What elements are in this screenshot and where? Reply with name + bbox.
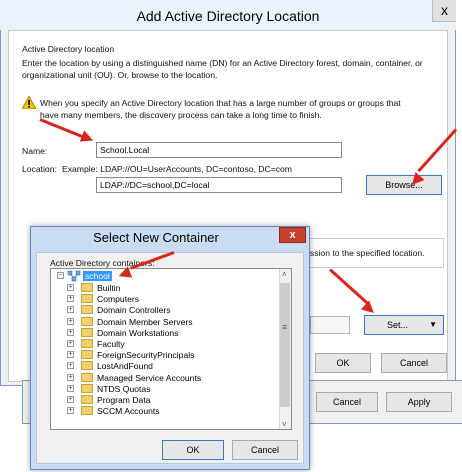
expand-icon[interactable]: + [67,284,74,291]
tree-item-label: Domain Controllers [97,305,171,316]
tree-item-label: Domain Workstations [97,327,179,338]
tree-item-label: Builtin [97,283,121,293]
browse-button[interactable]: Browse... [366,175,442,195]
tree-root-row[interactable]: − school [51,270,281,282]
tree-item-label: Managed Service Accounts [97,372,202,383]
set-button[interactable]: Set... ▼ [364,315,444,335]
folder-icon [81,406,93,416]
name-label: Name: [22,146,48,156]
set-field[interactable] [310,316,350,334]
cancel-button[interactable]: Cancel [381,353,447,373]
folder-icon [81,316,93,326]
expand-icon[interactable]: + [67,396,74,403]
dialog-title: Add Active Directory Location [136,8,320,24]
expand-icon[interactable]: + [67,351,74,359]
folder-icon [81,361,93,371]
folder-icon [81,350,93,360]
inner-ok-button[interactable]: OK [162,440,224,460]
permission-text: ission to the specified location. [308,248,425,258]
location-example: Example: LDAP://OU=UserAccounts, DC=cont… [62,164,292,174]
folder-icon [81,339,93,348]
expand-icon[interactable]: + [67,362,74,370]
scrollbar-thumb[interactable] [280,283,290,407]
folder-icon [81,372,93,382]
ok-button[interactable]: OK [315,353,371,373]
name-field[interactable]: School.Local [96,142,342,158]
tree-root-label[interactable]: school [83,271,112,281]
scroll-down-icon[interactable]: ˅ [282,420,287,429]
folder-icon [81,395,93,404]
description-text-line2: organizational unit (OU). Or, browse to … [22,70,218,80]
dropdown-arrow-icon: ▼ [429,320,437,329]
tree-item-label: ForeignSecurityPrincipals [97,350,195,361]
folder-icon [81,294,93,304]
expand-icon[interactable]: + [67,306,74,314]
folder-icon [81,305,93,315]
tree-item-label: Domain Member Servers [97,316,193,327]
domain-icon [67,270,81,282]
scroll-grip-icon: ≡ [282,322,288,332]
warning-text-line1: When you specify an Active Directory loc… [40,98,401,108]
expand-icon[interactable]: + [67,384,74,392]
expand-icon[interactable]: + [67,328,74,336]
tree-item-label: Faculty [97,339,125,349]
folder-icon [81,383,93,393]
expand-icon[interactable]: + [67,407,74,415]
close-button[interactable]: x [432,0,456,22]
section-label: Active Directory location [22,44,115,54]
back-cancel-button[interactable]: Cancel [316,392,378,412]
apply-button[interactable]: Apply [386,392,452,412]
location-field[interactable]: LDAP://DC=school,DC=local [96,177,342,193]
set-button-label: Set... [387,320,409,330]
expand-icon[interactable]: + [67,340,74,347]
collapse-icon[interactable]: − [57,272,64,279]
expand-icon[interactable]: + [67,317,74,325]
tree-item-label: Computers [97,294,140,305]
warning-text-line2: have many members, the discovery process… [40,110,322,120]
tree-item-label: SCCM Accounts [97,406,160,417]
folder-icon [81,283,93,292]
inner-close-button[interactable]: x [279,227,306,243]
expand-icon[interactable]: + [67,295,74,303]
warning-icon [22,96,36,109]
folder-icon [81,327,93,337]
tree-item-label: Program Data [97,395,151,405]
container-tree[interactable]: − school + Builtin + Computers + Domain Contr… [50,268,292,430]
scroll-up-icon[interactable]: ˄ [282,270,287,279]
tree-item-label: LostAndFound [97,361,153,372]
tree-item-label: NTDS Quotas [97,383,151,394]
inner-cancel-button[interactable]: Cancel [232,440,298,460]
location-label: Location: [22,164,57,174]
description-text-line1: Enter the location by using a distinguis… [22,58,423,68]
inner-dialog-title: Select New Container [93,230,219,245]
expand-icon[interactable]: + [67,373,74,381]
